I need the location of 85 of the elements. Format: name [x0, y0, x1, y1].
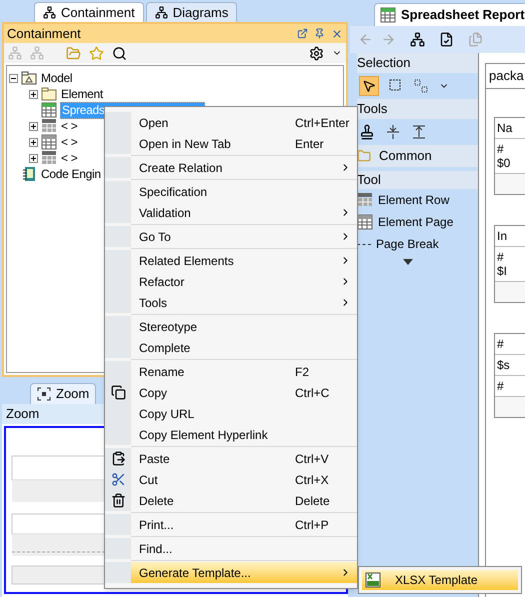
pointer-icon	[362, 79, 376, 93]
table-cell: # $0	[495, 139, 525, 174]
grid-icon	[41, 134, 57, 150]
menu-item[interactable]: XLSX Template	[362, 570, 518, 590]
undock-icon[interactable]	[297, 28, 308, 39]
hierarchy-icon[interactable]	[410, 32, 425, 47]
spreadsheet-file-icon	[365, 572, 381, 588]
menu-item[interactable]: Specification	[105, 181, 357, 202]
table-cell: In	[495, 226, 525, 247]
star-icon[interactable]	[89, 46, 104, 60]
spacing-icon[interactable]	[385, 124, 401, 140]
table-row-icon	[41, 118, 57, 134]
settings-icon[interactable]	[309, 46, 324, 60]
panel-tab[interactable]: Zoom	[30, 383, 96, 404]
hierarchy-icon	[154, 6, 168, 19]
hierarchy-icon	[43, 6, 56, 19]
expand-icon[interactable]	[29, 90, 38, 98]
search-icon[interactable]	[112, 46, 127, 60]
menu-item[interactable]: Open in New Tab Enter	[105, 133, 357, 154]
palette-group-header[interactable]: Common	[357, 145, 478, 167]
table-cell: # $I	[495, 247, 525, 282]
menu-item[interactable]: Validation	[105, 202, 357, 223]
tree-item[interactable]: Model	[40, 70, 74, 86]
panel-title: Containment	[7, 24, 81, 43]
zoom-frame-icon	[37, 387, 51, 401]
expand-icon[interactable]	[29, 154, 38, 162]
panel-tab[interactable]: Diagrams	[146, 2, 238, 22]
package-icon	[21, 71, 37, 85]
tree-item[interactable]: < >	[60, 150, 78, 166]
table-row-icon	[41, 150, 57, 166]
canvas-tab[interactable]: packa	[485, 63, 525, 89]
notebook-icon	[21, 166, 37, 182]
tree-item[interactable]: < >	[60, 134, 78, 150]
grid-select-icon[interactable]	[414, 78, 429, 94]
copy-icon	[110, 385, 126, 400]
editor-tab[interactable]: Spreadsheet Report	[374, 3, 525, 26]
trash-icon	[110, 493, 126, 508]
menu-item[interactable]: Related Elements	[105, 250, 357, 271]
menu-item[interactable]: Open Ctrl+Enter	[105, 112, 357, 133]
menu-item[interactable]: Create Relation	[105, 157, 357, 178]
palette-group-header[interactable]: Selection	[357, 53, 478, 73]
grid-icon	[380, 7, 396, 23]
grid-icon	[41, 102, 57, 118]
palette-item[interactable]: Element Row	[357, 189, 478, 211]
pointer-tool[interactable]	[359, 76, 379, 96]
folder-icon	[41, 87, 57, 101]
close-icon[interactable]	[331, 28, 343, 40]
menu-item[interactable]: Refactor	[105, 271, 357, 292]
pin-icon[interactable]	[314, 28, 325, 39]
palette-group-header[interactable]: Tool	[357, 171, 478, 189]
table-cell: #	[495, 376, 525, 397]
menu-item[interactable]: Stereotype	[105, 316, 357, 337]
tree-item[interactable]: < >	[60, 118, 78, 134]
more-icon[interactable]	[402, 259, 412, 265]
menu-item[interactable]: Rename F2	[105, 361, 357, 382]
collapse-icon[interactable]	[9, 74, 18, 82]
validate-icon[interactable]	[439, 32, 454, 47]
tree-item[interactable]: Code Engin	[40, 166, 102, 182]
folder-icon	[357, 149, 371, 163]
menu-item[interactable]: Delete Delete	[105, 490, 357, 511]
menu-item[interactable]: Paste Ctrl+V	[105, 448, 357, 469]
menu-item[interactable]: Copy URL	[105, 403, 357, 424]
align-icon[interactable]	[411, 124, 427, 140]
menu-item[interactable]: Tools	[105, 292, 357, 313]
menu-item[interactable]: Go To	[105, 226, 357, 247]
palette-item[interactable]: Element Page	[357, 211, 478, 233]
panel-title: Zoom	[6, 405, 40, 424]
menu-item[interactable]: Copy Ctrl+C	[105, 382, 357, 403]
palette-group-header[interactable]: Tools	[357, 99, 478, 119]
menu-item[interactable]: Print... Ctrl+P	[105, 514, 357, 535]
menu-item[interactable]: Find...	[105, 538, 357, 559]
expand-icon[interactable]	[29, 122, 38, 130]
menu-item[interactable]: Complete	[105, 337, 357, 358]
menu-item[interactable]: Generate Template...	[105, 562, 357, 583]
menu-item[interactable]: Copy Element Hyperlink	[105, 424, 357, 445]
clipboard-icon	[110, 451, 126, 466]
stamp-icon[interactable]	[359, 124, 375, 140]
table-cell: #	[495, 334, 525, 355]
scissors-icon	[110, 472, 126, 487]
menu-item[interactable]: Cut Ctrl+X	[105, 469, 357, 490]
table-cell: Na	[495, 118, 525, 139]
table-cell: $s	[495, 355, 525, 376]
panel-tab[interactable]: Containment	[34, 2, 144, 22]
tree-item[interactable]: Element	[60, 86, 104, 102]
expand-icon[interactable]	[29, 138, 38, 146]
